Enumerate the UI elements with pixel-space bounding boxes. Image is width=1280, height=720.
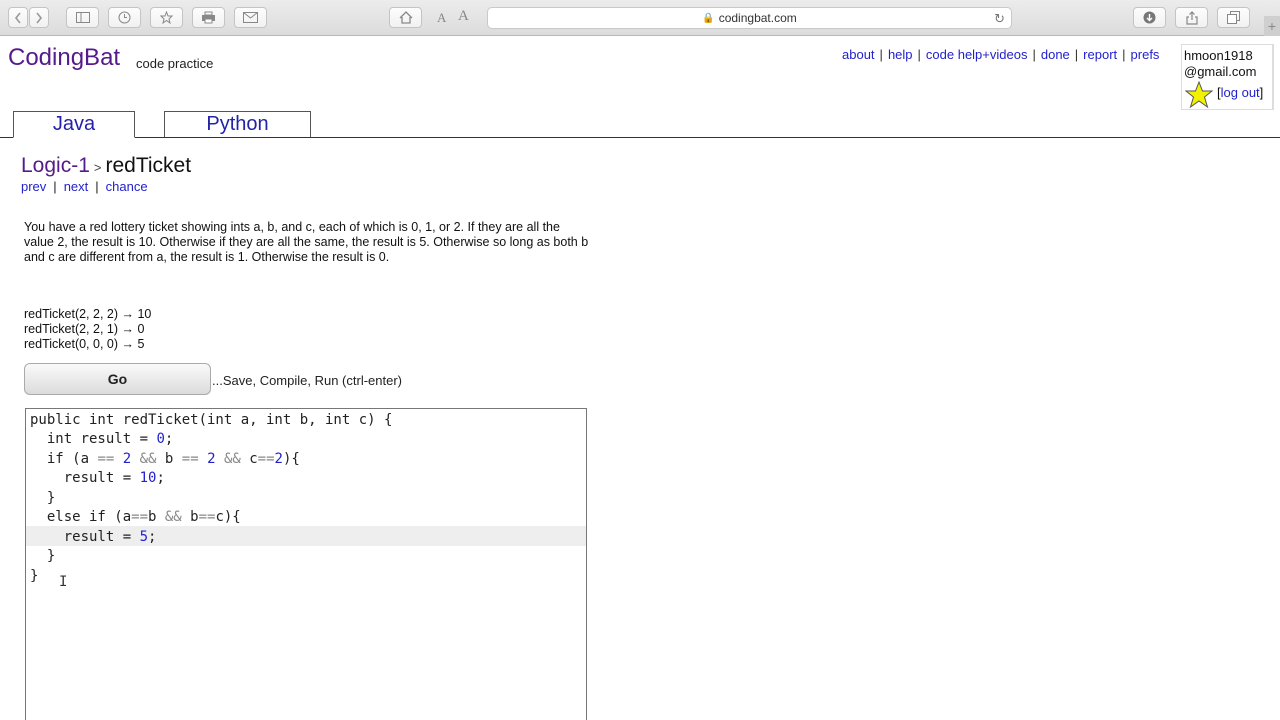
go-hint: ...Save, Compile, Run (ctrl-enter) xyxy=(212,373,403,388)
tab-python[interactable]: Python xyxy=(164,111,311,137)
print-button[interactable] xyxy=(192,7,225,28)
tabs-icon xyxy=(1227,11,1240,24)
code-line[interactable]: else if (a==b && b==c){ xyxy=(30,507,241,527)
prefs-link[interactable]: prefs xyxy=(1131,47,1160,62)
code-line[interactable]: } xyxy=(30,546,55,566)
clock-icon xyxy=(118,11,131,24)
code-line[interactable]: int result = 0; xyxy=(30,429,173,449)
text-cursor-icon: I xyxy=(59,574,68,590)
star-icon xyxy=(160,11,173,24)
done-link[interactable]: done xyxy=(1041,47,1070,62)
printer-icon xyxy=(202,11,215,24)
help-link[interactable]: help xyxy=(888,47,913,62)
user-name: hmoon1918 xyxy=(1184,48,1253,63)
code-line[interactable]: result = 10; xyxy=(30,468,165,488)
code-line[interactable]: } xyxy=(30,488,55,508)
download-icon xyxy=(1143,11,1156,24)
star-icon xyxy=(1185,81,1213,109)
mail-button[interactable] xyxy=(234,7,267,28)
new-tab-button[interactable]: + xyxy=(1264,16,1280,36)
code-line[interactable]: } xyxy=(30,566,38,586)
font-smaller-button[interactable]: A xyxy=(437,10,446,26)
code-line[interactable]: result = 5; xyxy=(30,527,157,547)
share-icon xyxy=(1185,10,1198,25)
lock-icon: 🔒 xyxy=(702,12,715,24)
tab-divider xyxy=(0,137,1280,138)
site-logo[interactable]: CodingBat xyxy=(8,44,120,72)
forward-button[interactable] xyxy=(29,7,49,28)
downloads-button[interactable] xyxy=(1133,7,1166,28)
side-strip xyxy=(1273,44,1280,110)
breadcrumb-section-link[interactable]: Logic-1 xyxy=(21,154,90,177)
about-link[interactable]: about xyxy=(842,47,875,62)
problem-description: You have a red lottery ticket showing in… xyxy=(24,220,589,264)
logout-link[interactable]: log out xyxy=(1221,85,1260,100)
example-line: redTicket(2, 2, 1) → 0 xyxy=(24,322,145,336)
browser-toolbar: A A 🔒 codingbat.com ↻ + xyxy=(0,0,1280,36)
code-editor[interactable]: public int redTicket(int a, int b, int c… xyxy=(25,408,587,720)
plus-icon: + xyxy=(1267,18,1277,34)
go-button[interactable]: Go xyxy=(24,363,211,395)
examples: redTicket(2, 2, 2) → 10 redTicket(2, 2, … xyxy=(24,307,151,352)
tabs-button[interactable] xyxy=(1217,7,1250,28)
code-help-videos-link[interactable]: code help+videos xyxy=(926,47,1028,62)
reload-icon[interactable]: ↻ xyxy=(994,11,1005,27)
history-button[interactable] xyxy=(108,7,141,28)
next-link[interactable]: next xyxy=(64,179,89,194)
example-line: redTicket(2, 2, 2) → 10 xyxy=(24,307,152,321)
share-button[interactable] xyxy=(1175,7,1208,28)
home-icon xyxy=(399,11,412,24)
user-email-domain: @gmail.com xyxy=(1184,64,1257,79)
tab-java[interactable]: Java xyxy=(13,111,135,138)
code-line[interactable]: public int redTicket(int a, int b, int c… xyxy=(30,410,392,430)
breadcrumb: Logic-1 > redTicket xyxy=(21,154,192,177)
chevron-left-icon xyxy=(14,12,21,23)
top-nav: about | help | code help+videos | done | report |… xyxy=(842,47,1160,62)
sidebar-icon xyxy=(75,12,90,23)
bookmarks-button[interactable] xyxy=(150,7,183,28)
address-bar[interactable]: 🔒 codingbat.com ↻ xyxy=(487,7,1012,29)
code-line[interactable]: if (a == 2 && b == 2 && c==2){ xyxy=(30,449,300,469)
home-button[interactable] xyxy=(389,7,422,28)
sidebar-button[interactable] xyxy=(66,7,99,28)
site-tagline: code practice xyxy=(136,56,214,71)
envelope-icon xyxy=(243,12,258,23)
chance-link[interactable]: chance xyxy=(106,179,148,194)
prev-link[interactable]: prev xyxy=(21,179,46,194)
logout: [log out] xyxy=(1217,85,1264,100)
user-box: hmoon1918 @gmail.com [log out] xyxy=(1181,44,1273,110)
chevron-right-icon xyxy=(36,12,43,23)
font-larger-button[interactable]: A xyxy=(458,8,469,25)
back-button[interactable] xyxy=(8,7,28,28)
report-link[interactable]: report xyxy=(1083,47,1117,62)
problem-nav: prev | next | chance xyxy=(21,179,148,194)
url-text: codingbat.com xyxy=(718,11,797,25)
example-line: redTicket(0, 0, 0) → 5 xyxy=(24,337,145,351)
problem-title: redTicket xyxy=(105,154,192,177)
